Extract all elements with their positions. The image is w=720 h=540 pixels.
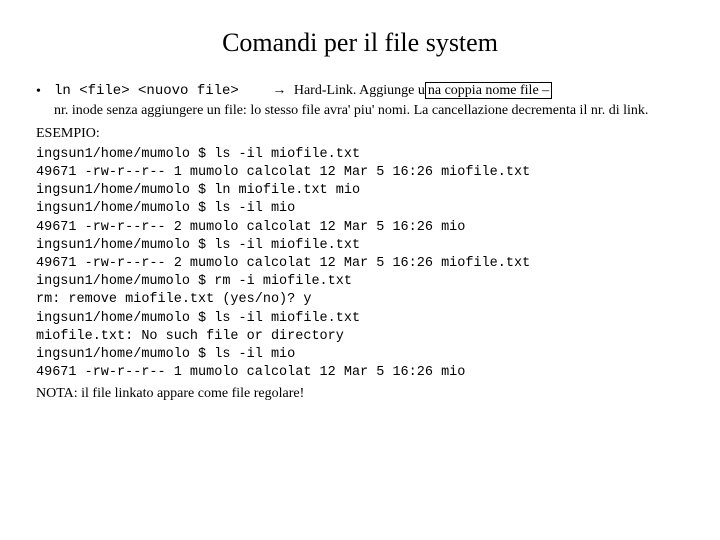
bullet-desc-inline: Hard-Link. Aggiunge u xyxy=(294,83,425,98)
arrow-icon: → xyxy=(242,83,290,98)
terminal-output: ingsun1/home/mumolo $ ls -il miofile.txt… xyxy=(36,146,684,383)
bullet-dot-icon: • xyxy=(36,82,54,102)
page: Comandi per il file system • ln <file> <… xyxy=(0,0,720,403)
command-code: ln <file> <nuovo file> xyxy=(54,83,239,99)
bullet-body: ln <file> <nuovo file> → Hard-Link. Aggi… xyxy=(54,82,684,101)
bullet-item: • ln <file> <nuovo file> → Hard-Link. Ag… xyxy=(36,82,684,102)
bullet-desc-continuation: nr. inode senza aggiungere un file: lo s… xyxy=(54,102,684,121)
bullet-desc-boxed: na coppia nome file – xyxy=(425,82,552,99)
page-title: Comandi per il file system xyxy=(36,28,684,58)
example-label: ESEMPIO: xyxy=(36,125,684,144)
note-text: NOTA: il file linkato appare come file r… xyxy=(36,385,684,404)
